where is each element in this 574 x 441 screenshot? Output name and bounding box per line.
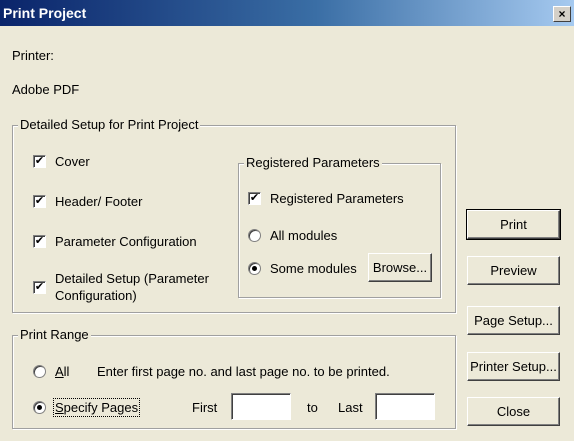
parameter-configuration-checkbox[interactable]: ✔: [33, 235, 46, 248]
some-modules-radio[interactable]: [248, 262, 261, 275]
specify-hotkey: S: [55, 400, 64, 415]
browse-button[interactable]: Browse...: [368, 253, 432, 282]
cover-label: Cover: [55, 154, 90, 169]
checkmark-icon: ✔: [34, 195, 45, 207]
printer-name: Adobe PDF: [12, 82, 80, 97]
header-footer-label: Header/ Footer: [55, 194, 143, 209]
checkmark-icon: ✔: [34, 281, 45, 293]
checkmark-icon: ✔: [34, 235, 45, 247]
first-page-input[interactable]: [231, 393, 291, 420]
specify-pages-label: Specify Pages: [52, 398, 141, 417]
registered-parameters-checkbox[interactable]: ✔: [248, 192, 261, 205]
radio-selected-dot: [37, 405, 42, 410]
printer-label: Printer:: [12, 48, 54, 63]
registered-parameters-checkbox-label: Registered Parameters: [270, 191, 404, 206]
specify-rest: pecify Pages: [63, 400, 139, 415]
print-range-hint: Enter first page no. and last page no. t…: [97, 364, 390, 379]
page-setup-button[interactable]: Page Setup...: [467, 306, 560, 335]
all-pages-radio[interactable]: [33, 365, 46, 378]
registered-parameters-legend: Registered Parameters: [244, 155, 382, 170]
last-label: Last: [338, 400, 363, 415]
parameter-configuration-label: Parameter Configuration: [55, 234, 197, 249]
to-label: to: [307, 400, 318, 415]
detailed-setup-checkbox[interactable]: ✔: [33, 281, 46, 294]
close-button[interactable]: Close: [467, 397, 560, 426]
print-range-legend: Print Range: [18, 327, 91, 342]
printer-setup-button[interactable]: Printer Setup...: [467, 352, 560, 381]
checkmark-icon: ✔: [249, 192, 260, 204]
header-footer-checkbox[interactable]: ✔: [33, 195, 46, 208]
all-rest: ll: [63, 364, 70, 379]
detailed-setup-label-line1: Detailed Setup (Parameter: [55, 271, 209, 286]
window-title: Print Project: [3, 5, 87, 21]
last-page-input[interactable]: [375, 393, 435, 420]
close-window-button[interactable]: ×: [553, 6, 571, 22]
print-button[interactable]: Print: [466, 209, 561, 240]
some-modules-label: Some modules: [270, 261, 357, 276]
all-modules-label: All modules: [270, 228, 338, 243]
all-modules-radio[interactable]: [248, 229, 261, 242]
print-project-dialog: Print Project × Printer: Adobe PDF Detai…: [0, 0, 574, 441]
detailed-setup-label-line2: Configuration): [55, 288, 137, 303]
checkmark-icon: ✔: [34, 155, 45, 167]
preview-button[interactable]: Preview: [467, 256, 560, 285]
all-hotkey: A: [55, 364, 64, 379]
close-icon: ×: [558, 7, 566, 21]
specify-pages-radio[interactable]: [33, 401, 46, 414]
all-pages-label: All: [55, 364, 69, 379]
title-bar[interactable]: Print Project ×: [0, 0, 574, 26]
first-label: First: [192, 400, 218, 415]
radio-selected-dot: [252, 266, 257, 271]
cover-checkbox[interactable]: ✔: [33, 155, 46, 168]
detailed-setup-legend: Detailed Setup for Print Project: [18, 117, 201, 132]
